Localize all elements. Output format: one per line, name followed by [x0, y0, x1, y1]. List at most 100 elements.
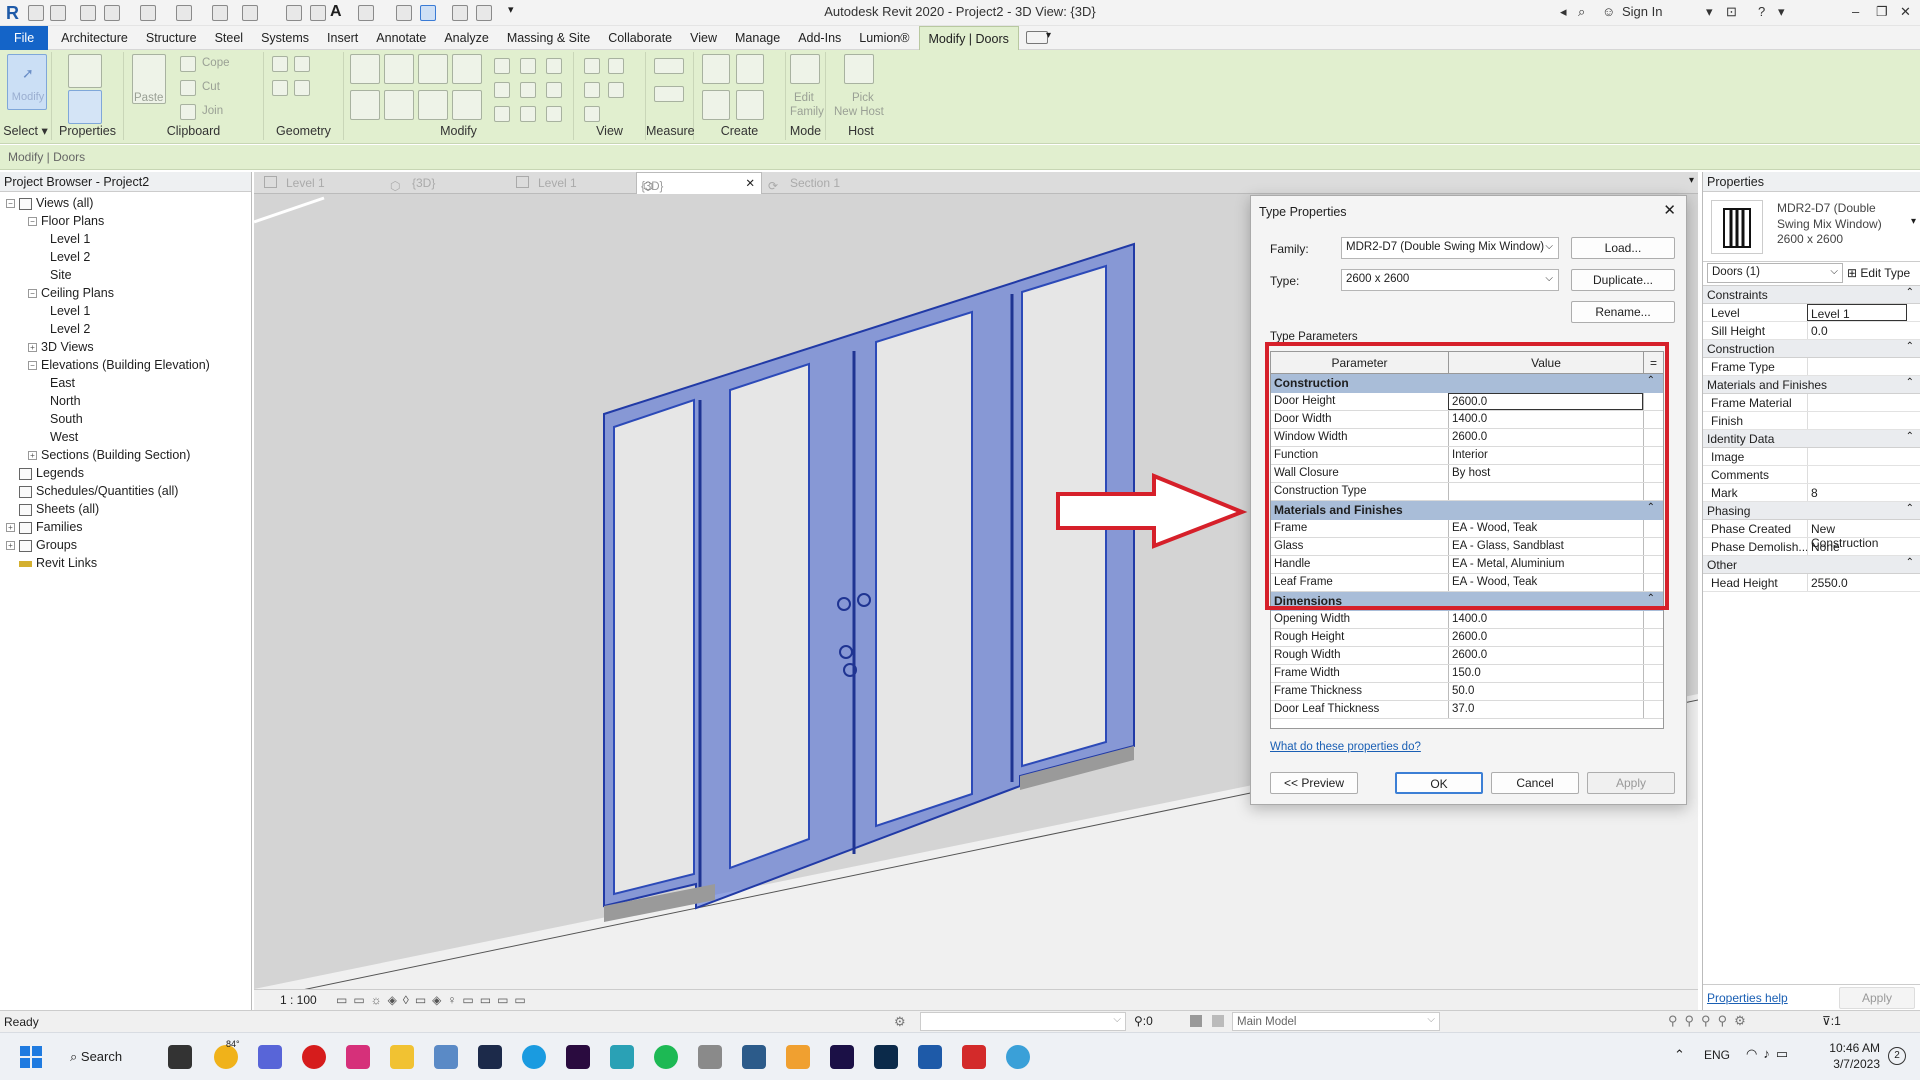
tree-item[interactable]: South	[0, 410, 251, 428]
properties-category[interactable]: Identity Data	[1703, 430, 1920, 448]
tab-lumion[interactable]: Lumion®	[850, 26, 918, 50]
group-label-select[interactable]: Select ▾	[0, 123, 51, 138]
type-properties-icon[interactable]	[68, 54, 102, 88]
tree-item[interactable]: Level 1	[0, 230, 251, 248]
expand-icon[interactable]: +	[6, 523, 15, 533]
file-explorer-icon[interactable]	[390, 1045, 414, 1069]
split-gap-icon[interactable]	[520, 58, 536, 74]
pick-new-host-icon[interactable]	[844, 54, 874, 84]
param-formula[interactable]	[1643, 611, 1663, 628]
modify-button[interactable]: ➚ Modify	[7, 54, 47, 110]
tree-item[interactable]: + Sections (Building Section)	[0, 446, 251, 464]
hide-icon[interactable]	[584, 58, 600, 74]
param-formula[interactable]	[1643, 665, 1663, 682]
property-value[interactable]: 8	[1807, 484, 1907, 501]
expand-icon[interactable]: +	[28, 343, 37, 353]
tree-item[interactable]: Schedules/Quantities (all)	[0, 482, 251, 500]
rotate-icon[interactable]	[418, 90, 448, 120]
copy-element-icon[interactable]	[384, 90, 414, 120]
tree-item[interactable]: Sheets (all)	[0, 500, 251, 518]
join-label[interactable]: Join	[202, 105, 223, 117]
properties-category[interactable]: Constraints	[1703, 286, 1920, 304]
tree-item[interactable]: − Ceiling Plans	[0, 284, 251, 302]
eraser-icon[interactable]	[584, 106, 600, 122]
tree-item[interactable]: North	[0, 392, 251, 410]
create-assembly-icon[interactable]	[702, 54, 730, 84]
wall-joins-icon[interactable]	[272, 80, 288, 96]
duplicate-button[interactable]: Duplicate...	[1571, 269, 1675, 291]
tab-add-ins[interactable]: Add-Ins	[789, 26, 850, 50]
param-formula[interactable]	[1643, 683, 1663, 700]
match-icon[interactable]	[180, 104, 196, 120]
type-selector[interactable]: MDR2-D7 (Double Swing Mix Window) 2600 x…	[1703, 192, 1920, 262]
tree-item[interactable]: Level 2	[0, 248, 251, 266]
expand-icon[interactable]: +	[28, 451, 37, 461]
ribbon-minimize-icon[interactable]	[1026, 31, 1048, 44]
tab-steel[interactable]: Steel	[206, 26, 253, 50]
clock-time[interactable]: 10:46 AM	[1828, 1041, 1880, 1055]
cope-label[interactable]: Cope	[202, 57, 230, 69]
windows-start-icon[interactable]	[20, 1046, 42, 1068]
instagram-icon[interactable]	[346, 1045, 370, 1069]
sign-in-link[interactable]: Sign In	[1622, 4, 1662, 19]
apply-button[interactable]: Apply	[1587, 772, 1675, 794]
collapse-icon[interactable]: −	[28, 289, 37, 299]
chat-icon[interactable]	[258, 1045, 282, 1069]
worksets-icon[interactable]: ⚙	[894, 1014, 906, 1030]
tab-architecture[interactable]: Architecture	[52, 26, 137, 50]
tab-systems[interactable]: Systems	[252, 26, 318, 50]
copy-icon[interactable]	[180, 80, 196, 96]
tray-chevron-icon[interactable]: ⌃	[1674, 1047, 1685, 1063]
close-tab-icon[interactable]: ✕	[745, 173, 755, 195]
user-icon[interactable]: ☺	[1602, 4, 1615, 19]
trim-multiple-icon[interactable]	[494, 106, 510, 122]
measure-distance-icon[interactable]	[654, 58, 684, 74]
split-icon[interactable]	[494, 58, 510, 74]
tree-item[interactable]: − Views (all)	[0, 194, 251, 212]
cancel-button[interactable]: Cancel	[1491, 772, 1579, 794]
create-group-icon[interactable]	[702, 90, 730, 120]
property-value[interactable]: Level 1	[1807, 304, 1907, 321]
design-option-select[interactable]: Main Model ⌵	[1232, 1012, 1440, 1031]
offset-icon[interactable]	[384, 54, 414, 84]
help-link[interactable]: What do these properties do?	[1270, 741, 1421, 753]
restore-icon[interactable]: ❐	[1876, 4, 1888, 20]
taskview-icon[interactable]	[168, 1045, 192, 1069]
align-icon[interactable]	[350, 54, 380, 84]
linework-icon[interactable]	[584, 82, 600, 98]
create-similar-icon[interactable]	[736, 90, 764, 120]
arrow-left-icon[interactable]: ◂	[1560, 4, 1567, 20]
media-player-icon[interactable]	[786, 1045, 810, 1069]
property-value[interactable]	[1807, 394, 1907, 411]
filter-count[interactable]: ⊽:1	[1822, 1014, 1841, 1028]
properties-category[interactable]: Phasing	[1703, 502, 1920, 520]
sign-in-dropdown-icon[interactable]: ▾	[1706, 4, 1713, 20]
tab-view[interactable]: View	[681, 26, 726, 50]
3dsmax-icon[interactable]	[610, 1045, 634, 1069]
view-control-icons[interactable]: ▭▭☼◈◊▭◈♀▭▭▭▭	[336, 993, 532, 1007]
tab-structure[interactable]: Structure	[137, 26, 206, 50]
minimize-icon[interactable]: –	[1852, 4, 1859, 19]
load-button[interactable]: Load...	[1571, 237, 1675, 259]
pin-icon[interactable]	[546, 58, 562, 74]
view-scale[interactable]: 1 : 100	[280, 993, 317, 1007]
mirror-pick-icon[interactable]	[418, 54, 448, 84]
paint-icon[interactable]	[294, 56, 310, 72]
taskbar-search[interactable]: ⌕ Search	[70, 1046, 152, 1070]
tab-collaborate[interactable]: Collaborate	[599, 26, 681, 50]
preview-button[interactable]: << Preview	[1270, 772, 1358, 794]
tab-massing-site[interactable]: Massing & Site	[498, 26, 599, 50]
ok-button[interactable]: OK	[1395, 772, 1483, 794]
tab-modify-doors[interactable]: Modify | Doors	[918, 26, 1019, 50]
param-value[interactable]: 2600.0	[1448, 647, 1643, 664]
tab-annotate[interactable]: Annotate	[367, 26, 435, 50]
move-icon[interactable]	[350, 90, 380, 120]
app-icon[interactable]	[698, 1045, 722, 1069]
properties-category[interactable]: Materials and Finishes	[1703, 376, 1920, 394]
edge-icon[interactable]	[522, 1045, 546, 1069]
edit-family-icon[interactable]	[790, 54, 820, 84]
tree-item[interactable]: − Elevations (Building Elevation)	[0, 356, 251, 374]
graphics-icon[interactable]	[608, 82, 624, 98]
tab-menu-icon[interactable]: ▾	[1689, 175, 1694, 186]
param-value[interactable]: 37.0	[1448, 701, 1643, 718]
